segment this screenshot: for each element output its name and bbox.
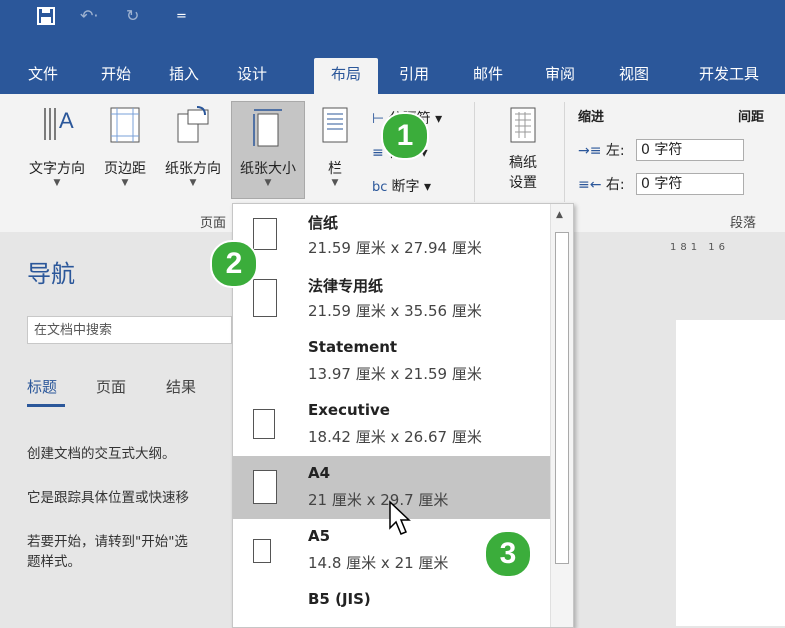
margins-label: 页边距	[104, 161, 146, 177]
columns-icon	[322, 107, 348, 143]
margins-button[interactable]: 页边距 ▼	[96, 94, 154, 204]
nav-tab-headings[interactable]: 标题	[27, 376, 57, 397]
paper-size-item[interactable]: Statement 13.97 厘米 x 21.59 厘米	[233, 330, 550, 393]
chevron-down-icon: ▼	[331, 178, 339, 188]
separator	[564, 102, 565, 202]
paper-size-dimensions: 21 厘米 x 29.7 厘米	[308, 491, 449, 509]
group-label-page: 页面	[200, 216, 227, 231]
nav-tab-pages[interactable]: 页面	[96, 376, 126, 397]
scrollbar-thumb[interactable]	[555, 232, 569, 564]
tab-developer[interactable]: 开发工具	[686, 58, 772, 94]
tab-review[interactable]: 审阅	[534, 58, 586, 94]
indent-right-input[interactable]: 0 字符	[636, 173, 744, 195]
save-icon[interactable]	[36, 6, 56, 31]
orientation-label: 纸张方向	[165, 161, 221, 177]
manuscript-button[interactable]: 稿纸 设置	[490, 94, 556, 204]
redo-icon[interactable]: ↻	[126, 6, 139, 25]
document-page[interactable]	[676, 320, 785, 626]
paper-size-name: A4	[308, 464, 331, 482]
svg-text:A: A	[59, 108, 74, 133]
hyphenation-label: 断字	[391, 179, 420, 195]
columns-button[interactable]: 栏 ▼	[312, 94, 358, 204]
nav-paragraph: 题样式。	[27, 554, 81, 570]
text-direction-button[interactable]: A 文字方向 ▼	[20, 94, 94, 204]
manuscript-icon	[510, 107, 536, 143]
chevron-down-icon: ▼	[264, 178, 272, 188]
callout-badge-1: 1	[381, 112, 429, 160]
separator	[474, 102, 475, 202]
paper-size-item[interactable]: 信纸 21.59 厘米 x 27.94 厘米	[233, 204, 550, 267]
page-icon	[253, 218, 277, 250]
indent-right-icon: ≡←	[578, 177, 606, 193]
hyphenation-button[interactable]: bc 断字 ▾	[372, 176, 431, 196]
paper-size-name: Executive	[308, 401, 390, 419]
tab-file[interactable]: 文件	[18, 58, 68, 94]
tab-view[interactable]: 视图	[608, 58, 660, 94]
tab-mailings[interactable]: 邮件	[462, 58, 514, 94]
indent-right-label: ≡← 右:	[578, 177, 625, 193]
tab-insert[interactable]: 插入	[158, 58, 210, 94]
nav-paragraph: 若要开始，请转到"开始"选	[27, 534, 188, 550]
mouse-cursor-icon	[389, 500, 411, 535]
indent-left-label: →≡ 左:	[578, 143, 625, 159]
paper-size-dimensions: 18.42 厘米 x 26.67 厘米	[308, 428, 482, 446]
customize-qat-icon[interactable]: =	[176, 9, 187, 24]
nav-title: 导航	[27, 260, 75, 288]
tab-layout[interactable]: 布局	[314, 58, 378, 94]
paper-size-item[interactable]: B5 (JIS)	[233, 582, 550, 627]
paper-size-name: 信纸	[308, 214, 339, 232]
tab-home[interactable]: 开始	[90, 58, 142, 94]
ruler: 181 16	[670, 242, 729, 253]
page-icon	[253, 470, 277, 504]
paper-size-name: 法律专用纸	[308, 277, 384, 295]
paper-size-dimensions: 21.59 厘米 x 35.56 厘米	[308, 302, 482, 320]
size-button[interactable]: 纸张大小 ▼	[231, 101, 305, 199]
undo-icon[interactable]: ↶·	[80, 6, 99, 25]
ribbon-tabs: 文件 开始 插入 设计 布局 引用 邮件 审阅 视图 开发工具	[0, 36, 785, 94]
chevron-down-icon: ▼	[189, 178, 197, 188]
margins-icon	[110, 107, 140, 143]
scrollbar[interactable]: ▲	[550, 204, 573, 627]
group-label-paragraph: 段落	[730, 216, 757, 231]
search-input[interactable]: 在文档中搜索	[27, 316, 232, 344]
indent-left-icon: →≡	[578, 143, 606, 159]
text-direction-icon: A	[44, 108, 74, 140]
page-icon	[253, 279, 277, 317]
tab-references[interactable]: 引用	[388, 58, 440, 94]
chevron-down-icon: ▼	[121, 178, 129, 188]
size-label: 纸张大小	[240, 161, 296, 177]
callout-badge-2: 2	[210, 240, 258, 288]
nav-paragraph: 创建文档的交互式大纲。	[27, 446, 176, 462]
scroll-up-icon[interactable]: ▲	[556, 210, 563, 220]
columns-label: 栏	[328, 161, 342, 177]
paper-size-item[interactable]: Executive 18.42 厘米 x 26.67 厘米	[233, 393, 550, 456]
paper-size-dimensions: 13.97 厘米 x 21.59 厘米	[308, 365, 482, 383]
paper-size-name: Statement	[308, 338, 398, 356]
nav-tab-results[interactable]: 结果	[166, 376, 196, 397]
callout-badge-3: 3	[484, 530, 532, 578]
indent-heading: 缩进	[578, 110, 605, 125]
hyphenation-icon: bc	[372, 180, 392, 195]
paper-size-icon	[253, 109, 282, 147]
orientation-button[interactable]: 纸张方向 ▼	[158, 94, 228, 204]
tab-design[interactable]: 设计	[226, 58, 278, 94]
page-icon	[253, 409, 275, 439]
chevron-down-icon: ▼	[53, 178, 61, 188]
paper-size-name: A5	[308, 527, 331, 545]
paper-size-dimensions: 14.8 厘米 x 21 厘米	[308, 554, 449, 572]
quick-access-toolbar: ↶· ↻ =	[0, 0, 785, 36]
manuscript-label-2: 设置	[509, 175, 537, 191]
navigation-pane: 导航 在文档中搜索 标题 页面 结果 创建文档的交互式大纲。 它是跟踪具体位置或…	[0, 232, 232, 626]
page-icon	[253, 539, 271, 563]
spacing-heading: 间距	[738, 110, 765, 125]
nav-paragraph: 它是跟踪具体位置或快速移	[27, 490, 189, 506]
active-tab-underline	[27, 404, 65, 407]
text-direction-label: 文字方向	[29, 161, 85, 177]
paper-size-name: B5 (JIS)	[308, 590, 371, 608]
paper-size-dimensions: 21.59 厘米 x 27.94 厘米	[308, 239, 482, 257]
paper-size-item[interactable]: 法律专用纸 21.59 厘米 x 35.56 厘米	[233, 267, 550, 330]
orientation-icon	[177, 106, 209, 143]
indent-left-input[interactable]: 0 字符	[636, 139, 744, 161]
manuscript-label-1: 稿纸	[509, 155, 537, 171]
